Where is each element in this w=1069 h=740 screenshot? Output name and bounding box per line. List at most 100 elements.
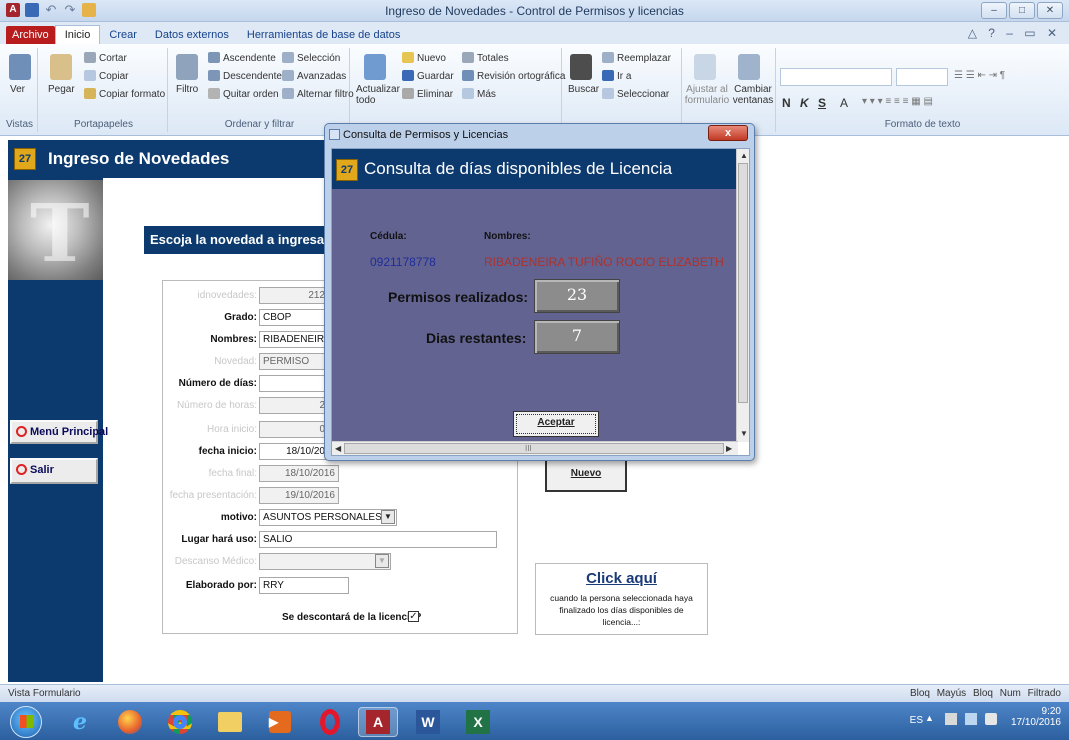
- fit-form-icon[interactable]: [694, 54, 716, 80]
- nuevo-record-button[interactable]: Nuevo: [402, 52, 446, 64]
- pegar-button[interactable]: Pegar: [48, 84, 75, 95]
- cambiar-ventanas-button[interactable]: Cambiar ventanas: [730, 84, 776, 106]
- totales-button[interactable]: Totales: [462, 52, 509, 64]
- avanzadas-button[interactable]: Avanzadas: [282, 70, 346, 82]
- numero-horas-field[interactable]: 2: [259, 397, 329, 414]
- descendente-button[interactable]: Descendente: [208, 70, 282, 82]
- alternar-filtro-button[interactable]: Alternar filtro: [282, 88, 354, 100]
- italic-button[interactable]: K: [800, 96, 809, 110]
- seleccion-button[interactable]: Selección: [282, 52, 340, 64]
- form-title: Ingreso de Novedades: [48, 149, 230, 168]
- refresh-icon[interactable]: [364, 54, 386, 80]
- tab-crear[interactable]: Crear: [100, 26, 146, 44]
- paste-icon[interactable]: [50, 54, 72, 80]
- aceptar-button[interactable]: Aceptar: [513, 411, 599, 437]
- access-taskbar-icon[interactable]: A: [358, 707, 398, 737]
- volume-icon[interactable]: [985, 713, 997, 725]
- tab-datos-externos[interactable]: Datos externos: [146, 26, 238, 44]
- opera-icon[interactable]: [312, 707, 348, 737]
- file-explorer-icon[interactable]: [212, 707, 248, 737]
- network-icon[interactable]: [965, 713, 977, 725]
- font-size-select[interactable]: [896, 68, 948, 86]
- copiar-button[interactable]: Copiar: [84, 70, 128, 82]
- action-center-icon[interactable]: [945, 713, 957, 725]
- align-icons[interactable]: ▾ ▾ ▾ ≡ ≡ ≡ ▦ ▤: [862, 96, 933, 107]
- revision-button[interactable]: Revisión ortográfica: [462, 70, 565, 82]
- view-icon[interactable]: [9, 54, 31, 80]
- motivo-select[interactable]: ASUNTOS PERSONALES: [259, 509, 397, 526]
- eliminar-button[interactable]: Eliminar: [402, 88, 453, 100]
- ir-a-button[interactable]: Ir a: [602, 70, 631, 82]
- dialog-vertical-scrollbar[interactable]: ▲ ▼: [736, 149, 749, 442]
- numero-dias-field[interactable]: [259, 375, 329, 392]
- scroll-right-icon[interactable]: ▶: [726, 444, 732, 453]
- chrome-icon[interactable]: [162, 707, 198, 737]
- mas-button[interactable]: Más: [462, 88, 496, 100]
- dialog-horizontal-scrollbar[interactable]: ◀ III ▶: [332, 441, 738, 455]
- ribbon-help-icons[interactable]: △ ? – ▭ ✕: [968, 26, 1061, 40]
- scroll-down-icon[interactable]: ▼: [740, 429, 748, 438]
- excel-icon[interactable]: X: [460, 707, 496, 737]
- reemplazar-button[interactable]: Reemplazar: [602, 52, 671, 64]
- seleccionar-button[interactable]: Seleccionar: [602, 88, 669, 100]
- tab-inicio[interactable]: Inicio: [54, 25, 101, 44]
- word-icon[interactable]: W: [410, 707, 446, 737]
- copiar-formato-button[interactable]: Copiar formato: [84, 88, 165, 100]
- minimize-button[interactable]: –: [981, 2, 1007, 19]
- vertical-scroll-thumb[interactable]: [738, 163, 748, 403]
- filtro-button[interactable]: Filtro: [176, 84, 198, 95]
- ie-icon[interactable]: e: [62, 707, 98, 737]
- tab-herramientas[interactable]: Herramientas de base de datos: [238, 26, 409, 44]
- dialog-close-button[interactable]: x: [708, 125, 748, 141]
- hora-inicio-field[interactable]: 0: [259, 421, 329, 438]
- cortar-button[interactable]: Cortar: [84, 52, 127, 64]
- click-aqui-link[interactable]: Click aquí: [536, 570, 707, 587]
- list-indent-icons[interactable]: ☰ ☰ ⇤ ⇥ ¶: [954, 70, 1005, 81]
- filter-icon[interactable]: [176, 54, 198, 80]
- chevron-down-icon[interactable]: ▼: [381, 510, 395, 524]
- buscar-button[interactable]: Buscar: [568, 84, 599, 95]
- language-indicator[interactable]: ES: [910, 715, 923, 726]
- underline-button[interactable]: S: [818, 96, 826, 110]
- bold-button[interactable]: N: [782, 96, 791, 110]
- salir-button[interactable]: Salir: [10, 458, 98, 484]
- ver-button[interactable]: Ver: [10, 84, 25, 95]
- tray-expand-icon[interactable]: ▲: [925, 713, 937, 725]
- ajustar-button[interactable]: Ajustar al formulario: [684, 84, 730, 106]
- clock[interactable]: 9:20 17/10/2016: [1011, 706, 1061, 728]
- lugar-uso-field[interactable]: SALIO: [259, 531, 497, 548]
- quitar-orden-button[interactable]: Quitar orden: [208, 88, 279, 100]
- ascendente-button[interactable]: Ascendente: [208, 52, 276, 64]
- novedad-field[interactable]: PERMISO: [259, 353, 329, 370]
- maximize-button[interactable]: □: [1009, 2, 1035, 19]
- switch-windows-icon[interactable]: [738, 54, 760, 80]
- idnovedades-field[interactable]: 212: [259, 287, 329, 304]
- menu-principal-button[interactable]: Menú Principal: [10, 420, 108, 444]
- actualizar-button[interactable]: Actualizar todo: [356, 84, 400, 106]
- guardar-button[interactable]: Guardar: [402, 70, 454, 82]
- binoculars-icon[interactable]: [570, 54, 592, 80]
- font-name-select[interactable]: [780, 68, 892, 86]
- font-color-button[interactable]: A: [840, 96, 848, 110]
- descanso-medico-select[interactable]: [259, 553, 391, 570]
- media-player-icon[interactable]: ▶: [262, 707, 298, 737]
- sigma-icon: [462, 52, 474, 63]
- save-record-icon: [402, 70, 414, 81]
- nombres-field[interactable]: RIBADENEIRA TUFIÑO: [259, 331, 329, 348]
- scroll-up-icon[interactable]: ▲: [740, 151, 748, 160]
- firefox-icon[interactable]: [112, 707, 148, 737]
- fecha-presentacion-field[interactable]: 19/10/2016: [259, 487, 339, 504]
- chevron-down-icon[interactable]: ▼: [375, 554, 389, 568]
- start-button[interactable]: [10, 706, 42, 738]
- nuevo-button[interactable]: Nuevo: [545, 456, 627, 492]
- tab-archivo[interactable]: Archivo: [6, 26, 55, 44]
- scroll-left-icon[interactable]: ◀: [335, 444, 341, 453]
- elaborado-por-field[interactable]: RRY: [259, 577, 349, 594]
- horizontal-scroll-thumb[interactable]: III: [344, 443, 724, 454]
- click-aqui-box[interactable]: Click aquí cuando la persona seleccionad…: [535, 563, 708, 635]
- close-button[interactable]: ✕: [1037, 2, 1063, 19]
- descontara-checkbox[interactable]: ✓: [408, 611, 419, 622]
- fecha-final-field[interactable]: 18/10/2016: [259, 465, 339, 482]
- fecha-inicio-field[interactable]: 18/10/20: [259, 443, 329, 460]
- grado-field[interactable]: CBOP: [259, 309, 329, 326]
